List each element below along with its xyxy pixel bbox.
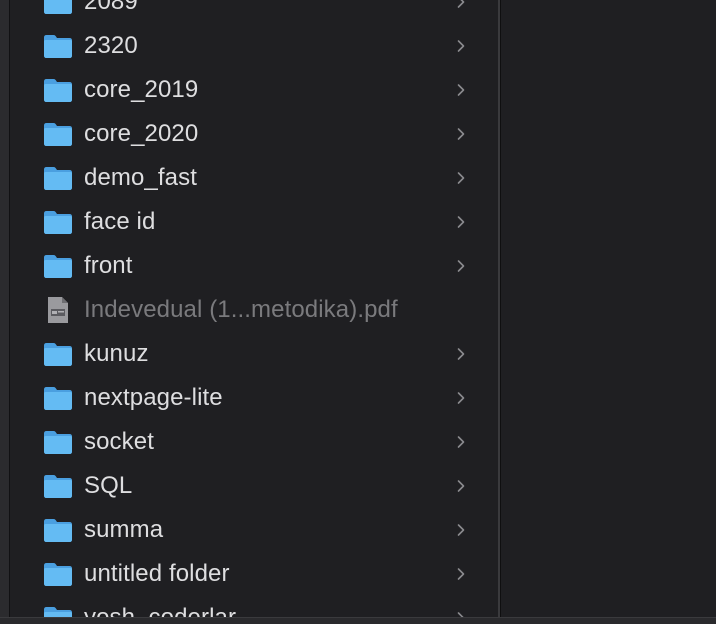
chevron-right-icon [456,171,466,185]
folder-icon [43,165,73,191]
chevron-right-icon [456,215,466,229]
folder-icon [43,121,73,147]
folder-icon [43,561,73,587]
list-item-label: socket [84,428,154,455]
pdf-document-icon [43,297,73,323]
horizontal-scrollbar[interactable] [0,617,716,624]
list-item-label: Indevedual (1...metodika).pdf [84,296,398,323]
list-item-5[interactable]: face id [10,200,498,244]
list-item-label: demo_fast [84,164,197,191]
list-item-10[interactable]: socket [10,420,498,464]
chevron-right-icon [456,567,466,581]
chevron-right-icon [456,127,466,141]
list-item-12[interactable]: summa [10,508,498,552]
folder-icon [43,429,73,455]
folder-icon [43,341,73,367]
chevron-right-icon [456,523,466,537]
list-item-label: core_2019 [84,76,199,103]
chevron-right-icon [456,435,466,449]
finder-window: 2089 2320 core_2019 core_2020 demo_fast … [0,0,716,624]
list-item-label: yosh_coderlar [84,596,236,617]
folder-icon [43,77,73,103]
list-item-6[interactable]: front [10,244,498,288]
chevron-right-icon [456,259,466,273]
chevron-right-icon [456,39,466,53]
list-item-1[interactable]: 2320 [10,24,498,68]
file-column[interactable]: 2089 2320 core_2019 core_2020 demo_fast … [10,0,498,617]
list-item-11[interactable]: SQL [10,464,498,508]
folder-icon [43,385,73,411]
list-item-label: core_2020 [84,120,199,147]
sidebar-edge [0,0,10,624]
folder-icon [43,605,73,617]
folder-icon [43,33,73,59]
chevron-right-icon [456,479,466,493]
list-item-8[interactable]: kunuz [10,332,498,376]
chevron-right-icon [456,83,466,97]
list-item-label: summa [84,516,164,543]
chevron-right-icon [456,0,466,9]
preview-column [501,0,716,617]
folder-icon [43,209,73,235]
list-item-4[interactable]: demo_fast [10,156,498,200]
list-item-7[interactable]: Indevedual (1...metodika).pdf [10,288,498,332]
list-item-label: nextpage-lite [84,384,223,411]
folder-icon [43,0,73,15]
list-item-3[interactable]: core_2020 [10,112,498,156]
list-item-label: front [84,252,133,279]
list-item-14[interactable]: yosh_coderlar [10,596,498,617]
list-item-label: 2089 [84,0,138,15]
list-item-13[interactable]: untitled folder [10,552,498,596]
list-item-label: face id [84,208,156,235]
list-item-0[interactable]: 2089 [10,0,498,24]
folder-icon [43,253,73,279]
chevron-right-icon [456,347,466,361]
folder-icon [43,473,73,499]
list-item-label: kunuz [84,340,149,367]
list-item-label: untitled folder [84,560,230,587]
folder-icon [43,517,73,543]
list-item-label: SQL [84,472,133,499]
list-item-9[interactable]: nextpage-lite [10,376,498,420]
chevron-right-icon [456,391,466,405]
file-list: 2089 2320 core_2019 core_2020 demo_fast … [10,0,498,617]
list-item-2[interactable]: core_2019 [10,68,498,112]
list-item-label: 2320 [84,32,138,59]
